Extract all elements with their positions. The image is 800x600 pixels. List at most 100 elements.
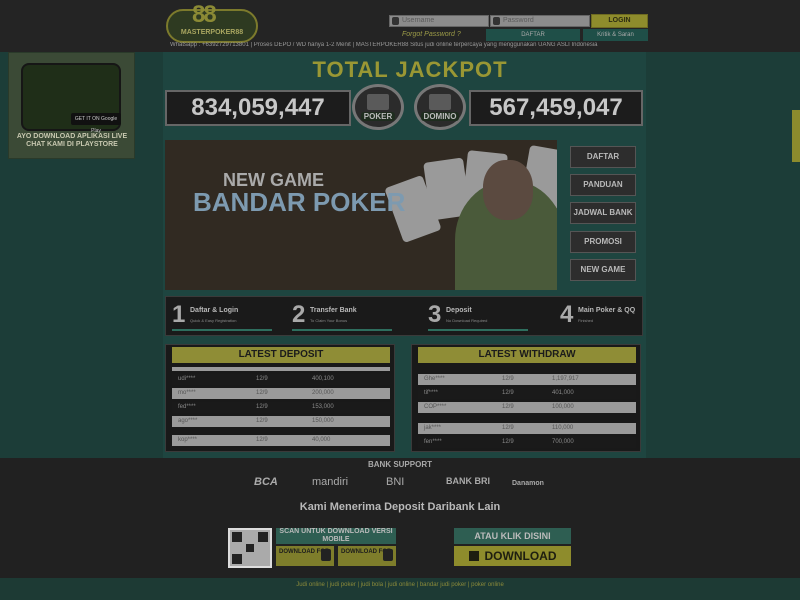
domino-jackpot-value: 567,459,047 bbox=[469, 90, 643, 126]
header: 88 MASTERPOKER88 Username Password LOGIN… bbox=[0, 0, 800, 52]
password-placeholder: Password bbox=[503, 17, 534, 24]
side-menu-daftar[interactable]: DAFTAR bbox=[570, 146, 636, 168]
kritik-saran-button[interactable]: Kritik & Saran bbox=[583, 29, 648, 41]
android-icon bbox=[321, 549, 331, 561]
table-divider bbox=[172, 367, 390, 371]
row-amount: 200,000 bbox=[312, 390, 334, 396]
row-date: 12/9 bbox=[502, 439, 514, 445]
step-sub: Finished bbox=[578, 318, 594, 323]
step-sub: To Claim Your Bonus bbox=[310, 318, 348, 323]
row-date: 12/9 bbox=[502, 425, 514, 431]
step-title: Deposit bbox=[446, 307, 472, 314]
row-date: 12/9 bbox=[256, 437, 268, 443]
row-amount: 1,197,917 bbox=[552, 376, 579, 382]
domino-label: DOMINO bbox=[420, 111, 460, 121]
row-amount: 110,000 bbox=[552, 425, 574, 431]
model-face bbox=[483, 160, 533, 220]
download-label: DOWNLOAD bbox=[484, 549, 557, 563]
announcement-ticker: Whatsapp : +6392729713801 | Proses DEPO … bbox=[170, 42, 598, 48]
step-title: Transfer Bank bbox=[310, 307, 357, 314]
row-date: 12/9 bbox=[256, 390, 268, 396]
logo-number: 88 bbox=[192, 1, 217, 28]
bank-logo-bri: BANK BRI bbox=[446, 476, 490, 486]
step-3: 3 Deposit No Download Required bbox=[428, 301, 538, 333]
live-chat-tab[interactable] bbox=[792, 110, 800, 162]
row-amount: 400,100 bbox=[312, 376, 334, 382]
step-divider bbox=[292, 329, 392, 331]
qr-code bbox=[228, 528, 272, 568]
lock-icon bbox=[493, 17, 500, 25]
row-date: 12/9 bbox=[502, 404, 514, 410]
side-menu-new-game[interactable]: NEW GAME bbox=[570, 259, 636, 281]
table-row: mo**** 12/9 200,000 bbox=[172, 388, 390, 399]
app-download-ad[interactable]: GET IT ON Google Play AYO DOWNLOAD APLIK… bbox=[8, 52, 135, 159]
step-sub: No Download Required bbox=[446, 318, 488, 323]
login-button[interactable]: LOGIN bbox=[591, 14, 648, 28]
username-placeholder: Username bbox=[402, 17, 435, 24]
row-user: jak**** bbox=[424, 425, 442, 431]
logo-text: MASTERPOKER88 bbox=[180, 28, 244, 36]
row-user: tif**** bbox=[424, 390, 439, 396]
step-title: Main Poker & QQ bbox=[578, 307, 636, 314]
row-amount: 700,000 bbox=[552, 439, 574, 445]
latest-deposit-panel: LATEST DEPOSIT udi**** 12/9 400,100 mo**… bbox=[165, 344, 395, 452]
panel-title: LATEST DEPOSIT bbox=[172, 347, 390, 363]
bank-logo-bni: BNI bbox=[386, 476, 405, 488]
promo-banner[interactable]: NEW GAME BANDAR POKER bbox=[165, 140, 557, 290]
panel-title: LATEST WITHDRAW bbox=[418, 347, 636, 363]
row-date: 12/9 bbox=[256, 404, 268, 410]
latest-withdraw-panel: LATEST WITHDRAW Ghe**** 12/9 1,197,917 t… bbox=[411, 344, 641, 452]
table-row: COP**** 12/9 100,000 bbox=[418, 402, 636, 413]
download-ios-button[interactable]: DOWNLOAD FOR bbox=[338, 546, 396, 566]
poker-jackpot-value: 834,059,447 bbox=[165, 90, 351, 126]
footer-links[interactable]: Judi online | judi poker | judi bola | j… bbox=[0, 582, 800, 588]
domino-cards-icon bbox=[429, 93, 451, 110]
download-button[interactable]: DOWNLOAD bbox=[454, 546, 571, 566]
step-divider bbox=[172, 329, 272, 331]
row-user: kop**** bbox=[178, 437, 198, 443]
download-icon bbox=[468, 551, 479, 561]
row-date: 12/9 bbox=[256, 376, 268, 382]
daftar-button[interactable]: DAFTAR bbox=[486, 29, 580, 41]
google-play-badge[interactable]: GET IT ON Google Play bbox=[71, 113, 121, 134]
side-menu-jadwal-bank[interactable]: JADWAL BANK bbox=[570, 202, 636, 224]
user-icon bbox=[392, 17, 399, 25]
steps-bar: 1 Daftar & Login Quick & Easy Registrati… bbox=[165, 296, 643, 336]
row-user: fed**** bbox=[178, 404, 196, 410]
forgot-password-link[interactable]: Forgot Password ? bbox=[402, 31, 461, 38]
row-amount: 100,000 bbox=[552, 404, 574, 410]
table-row: fen**** 12/9 700,000 bbox=[418, 437, 636, 448]
apple-icon bbox=[383, 549, 393, 561]
table-row: ago**** 12/9 150,000 bbox=[172, 416, 390, 427]
banner-line2: BANDAR POKER bbox=[193, 187, 406, 217]
side-menu-promosi[interactable]: PROMOSI bbox=[570, 231, 636, 253]
step-number: 2 bbox=[292, 301, 306, 328]
scan-download-label: SCAN UNTUK DOWNLOAD VERSI MOBILE bbox=[276, 528, 396, 544]
table-row: Ghe**** 12/9 1,197,917 bbox=[418, 374, 636, 385]
table-row: kop**** 12/9 40,000 bbox=[172, 435, 390, 446]
table-row: udi**** 12/9 400,100 bbox=[172, 374, 390, 385]
bank-support-heading: BANK SUPPORT bbox=[367, 460, 432, 469]
step-4: 4 Main Poker & QQ Finished bbox=[560, 301, 670, 333]
row-user: ago**** bbox=[178, 418, 198, 424]
download-android-button[interactable]: DOWNLOAD FOR bbox=[276, 546, 334, 566]
site-logo[interactable]: 88 MASTERPOKER88 bbox=[166, 1, 258, 43]
step-2: 2 Transfer Bank To Claim Your Bonus bbox=[292, 301, 402, 333]
bank-logo-danamon: Danamon bbox=[512, 480, 544, 487]
step-number: 3 bbox=[428, 301, 442, 328]
page: 88 MASTERPOKER88 Username Password LOGIN… bbox=[0, 0, 800, 600]
step-number: 4 bbox=[560, 301, 574, 328]
step-1: 1 Daftar & Login Quick & Easy Registrati… bbox=[172, 301, 282, 333]
username-field[interactable]: Username bbox=[389, 15, 489, 27]
step-sub: Quick & Easy Registration bbox=[190, 318, 237, 323]
side-menu-panduan[interactable]: PANDUAN bbox=[570, 174, 636, 196]
step-divider bbox=[428, 329, 528, 331]
password-field[interactable]: Password bbox=[490, 15, 590, 27]
row-amount: 401,000 bbox=[552, 390, 574, 396]
poker-cards-icon bbox=[367, 93, 389, 110]
atau-klik-label: ATAU KLIK DISINI bbox=[454, 528, 571, 544]
table-row: tif**** 12/9 401,000 bbox=[418, 388, 636, 399]
table-row: fed**** 12/9 153,000 bbox=[172, 402, 390, 413]
domino-jackpot-badge: DOMINO bbox=[414, 84, 466, 130]
row-amount: 40,000 bbox=[312, 437, 331, 443]
